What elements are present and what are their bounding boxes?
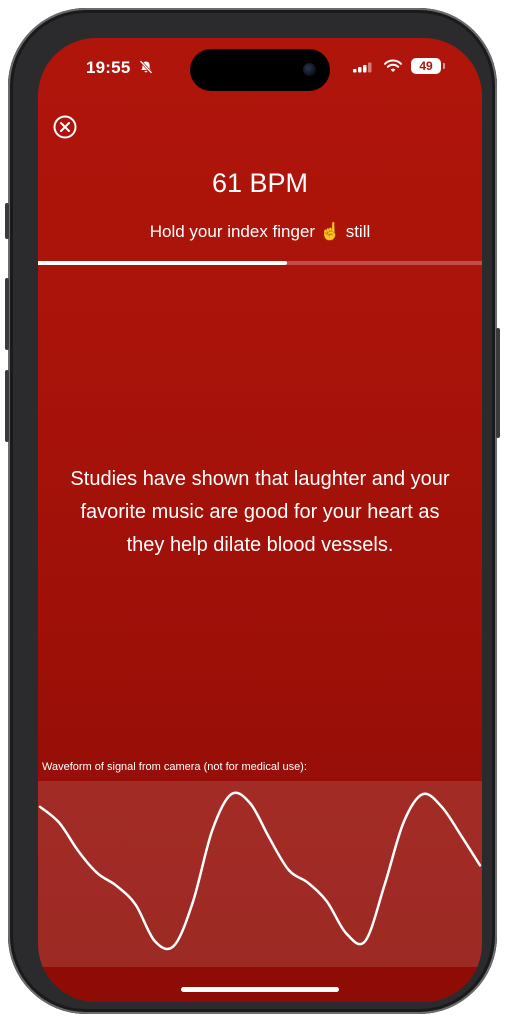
phone-frame: 19:55 49 61 BPM Hold your index finger ☝… [5, 8, 500, 1014]
power-button [496, 328, 500, 438]
waveform-chart [38, 791, 482, 951]
waveform-panel [38, 781, 482, 967]
wifi-icon [384, 59, 402, 72]
cellular-signal-icon [353, 62, 372, 73]
volume-down-button [5, 370, 9, 442]
status-time: 19:55 [86, 58, 131, 77]
heart-health-fact: Studies have shown that laughter and you… [70, 468, 450, 556]
dynamic-island [190, 49, 330, 91]
waveform-label: Waveform of signal from camera (not for … [42, 761, 307, 773]
bpm-readout: 61 BPM [211, 168, 309, 198]
close-icon[interactable] [52, 114, 78, 140]
bell-slash-icon [139, 60, 153, 74]
battery-cap [443, 63, 445, 69]
finger-instruction: Hold your index finger ☝️ still [149, 222, 371, 241]
home-indicator[interactable] [181, 987, 339, 992]
front-camera [303, 63, 316, 76]
volume-up-button [5, 278, 9, 350]
heart-rate-screen: 19:55 49 61 BPM Hold your index finger ☝… [38, 38, 482, 1002]
status-bar: 19:55 49 [38, 38, 482, 98]
battery-indicator: 49 [411, 58, 441, 74]
action-button [5, 203, 9, 239]
measurement-progress-bar [38, 261, 482, 265]
waveform-line [38, 791, 482, 951]
measurement-progress-fill [38, 261, 287, 265]
